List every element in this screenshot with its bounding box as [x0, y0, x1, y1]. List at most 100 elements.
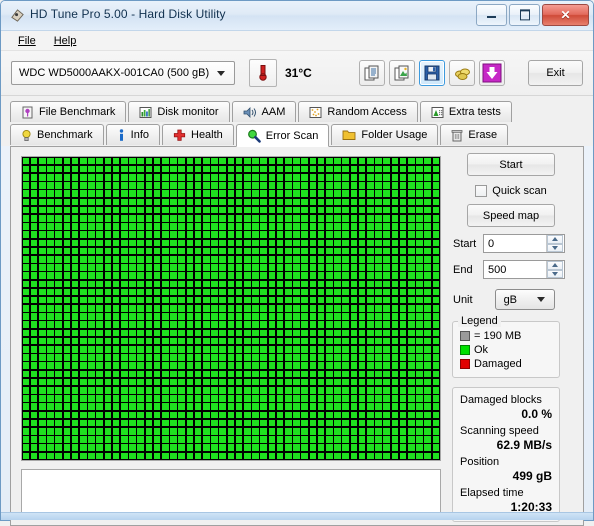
menu-item-file[interactable]: File — [9, 33, 45, 49]
temperature-display: 31°C — [249, 59, 312, 87]
log-box[interactable] — [21, 469, 441, 516]
menu-item-help[interactable]: Help — [45, 33, 86, 49]
window-title: HD Tune Pro 5.00 - Hard Disk Utility — [30, 7, 226, 21]
legend-damaged-label: Damaged — [474, 358, 522, 370]
tab-aam[interactable]: AAM — [231, 101, 297, 122]
status-bar — [1, 512, 593, 520]
tab-error-scan[interactable]: Error Scan — [235, 124, 330, 147]
app-window: HD Tune Pro 5.00 - Hard Disk Utility ✕ F… — [0, 0, 594, 526]
info-icon — [117, 128, 126, 142]
tab-info[interactable]: Info — [105, 124, 160, 145]
unit-select[interactable]: gB — [494, 289, 555, 310]
drive-select-value: WDC WD5000AAKX-001CA0 (500 gB) — [19, 67, 210, 79]
tab-health-label: Health — [191, 129, 223, 141]
exit-button-label: Exit — [546, 67, 565, 79]
tab-file-benchmark-label: File Benchmark — [39, 106, 116, 118]
stat-value-damaged-blocks: 0.0 % — [521, 407, 552, 421]
download-icon — [482, 63, 502, 83]
start-stepper[interactable] — [546, 235, 563, 252]
error-scan-magnifier-icon — [247, 129, 261, 143]
start-stepper-up[interactable] — [547, 235, 563, 244]
extra-tests-icon — [431, 106, 444, 119]
minimize-button[interactable] — [476, 4, 507, 26]
donate-icon — [454, 68, 470, 80]
end-stepper-down[interactable] — [547, 269, 563, 278]
close-icon: ✕ — [560, 8, 571, 22]
hdtune-app-icon — [11, 9, 24, 22]
stat-label-scanning-speed: Scanning speed — [460, 425, 539, 437]
tab-random-access[interactable]: Random Access — [298, 101, 418, 122]
end-field-label: End — [453, 263, 473, 276]
copy-image-button[interactable] — [389, 60, 415, 86]
scan-map[interactable] — [21, 156, 441, 461]
save-icon — [424, 65, 440, 81]
thermometer-icon — [259, 65, 267, 81]
chevron-down-icon — [536, 297, 545, 302]
start-scan-label: Start — [499, 158, 523, 171]
tab-extra-tests-label: Extra tests — [448, 106, 501, 118]
tab-erase[interactable]: Erase — [440, 124, 509, 145]
stat-label-elapsed-time: Elapsed time — [460, 487, 524, 499]
end-stepper-up[interactable] — [547, 261, 563, 270]
speed-map-label: Speed map — [482, 209, 540, 222]
end-field-row: End 500 — [453, 260, 571, 279]
window-buttons: ✕ — [476, 4, 589, 26]
download-button[interactable] — [479, 60, 505, 86]
maximize-button[interactable] — [509, 4, 540, 26]
save-button[interactable] — [419, 60, 445, 86]
thermometer-button[interactable] — [249, 59, 277, 87]
tab-benchmark[interactable]: Benchmark — [10, 124, 104, 145]
menu-item-file-label: File — [18, 34, 36, 47]
exit-button[interactable]: Exit — [528, 60, 583, 86]
unit-row: Unit gB — [453, 289, 571, 310]
tab-folder-usage-label: Folder Usage — [361, 129, 428, 141]
unit-label: Unit — [453, 293, 473, 306]
end-input[interactable]: 500 — [483, 260, 565, 279]
donate-button[interactable] — [449, 60, 475, 86]
tab-health[interactable]: Health — [162, 124, 234, 145]
tab-file-benchmark[interactable]: File Benchmark — [10, 101, 127, 122]
legend-ok-label: Ok — [474, 344, 489, 356]
copy-text-icon — [364, 65, 378, 80]
speed-map-button[interactable]: Speed map — [467, 204, 555, 227]
folder-usage-icon — [342, 129, 356, 141]
tabs-area: File Benchmark Disk monitor AAM Random A… — [1, 96, 593, 147]
copy-image-icon — [394, 65, 408, 80]
chevron-down-icon — [217, 70, 225, 76]
error-scan-panel: Start Quick scan Speed map Start 0 End 5… — [10, 146, 584, 526]
stats-group: Damaged blocks 0.0 % Scanning speed 62.9… — [452, 387, 560, 522]
legend-ok-swatch — [460, 345, 470, 355]
health-cross-icon — [173, 129, 186, 142]
quick-scan-checkbox[interactable] — [475, 185, 488, 197]
tab-disk-monitor[interactable]: Disk monitor — [128, 101, 230, 122]
erase-trash-icon — [451, 129, 463, 142]
tab-info-label: Info — [130, 129, 149, 141]
stat-label-damaged-blocks: Damaged blocks — [460, 394, 542, 406]
title-bar: HD Tune Pro 5.00 - Hard Disk Utility ✕ — [1, 1, 593, 31]
legend-block-size: = 190 MB — [474, 330, 522, 342]
start-stepper-down[interactable] — [547, 243, 563, 252]
tab-folder-usage[interactable]: Folder Usage — [331, 124, 439, 145]
stat-label-position: Position — [460, 456, 500, 468]
close-button[interactable]: ✕ — [542, 4, 589, 26]
tab-erase-label: Erase — [468, 129, 498, 141]
tab-extra-tests[interactable]: Extra tests — [419, 101, 512, 122]
random-access-icon — [309, 106, 322, 119]
end-stepper[interactable] — [546, 261, 563, 278]
tab-benchmark-label: Benchmark — [37, 129, 93, 141]
tab-disk-monitor-label: Disk monitor — [157, 106, 219, 118]
legend-title: Legend — [458, 315, 501, 327]
toolbar: WDC WD5000AAKX-001CA0 (500 gB) 31°C Exit — [1, 51, 593, 96]
drive-select[interactable]: WDC WD5000AAKX-001CA0 (500 gB) — [11, 61, 235, 85]
start-scan-button[interactable]: Start — [467, 153, 555, 176]
tab-row-1: File Benchmark Disk monitor AAM Random A… — [10, 101, 584, 122]
quick-scan-row[interactable]: Quick scan — [451, 185, 571, 197]
legend-group: Legend = 190 MB Ok Damaged — [452, 315, 560, 378]
toolbar-buttons — [359, 60, 505, 86]
disk-monitor-icon — [139, 106, 152, 119]
quick-scan-label: Quick scan — [492, 185, 547, 197]
start-input[interactable]: 0 — [483, 234, 565, 253]
file-benchmark-icon — [21, 106, 34, 119]
copy-text-button[interactable] — [359, 60, 385, 86]
end-input-value: 500 — [488, 263, 507, 276]
